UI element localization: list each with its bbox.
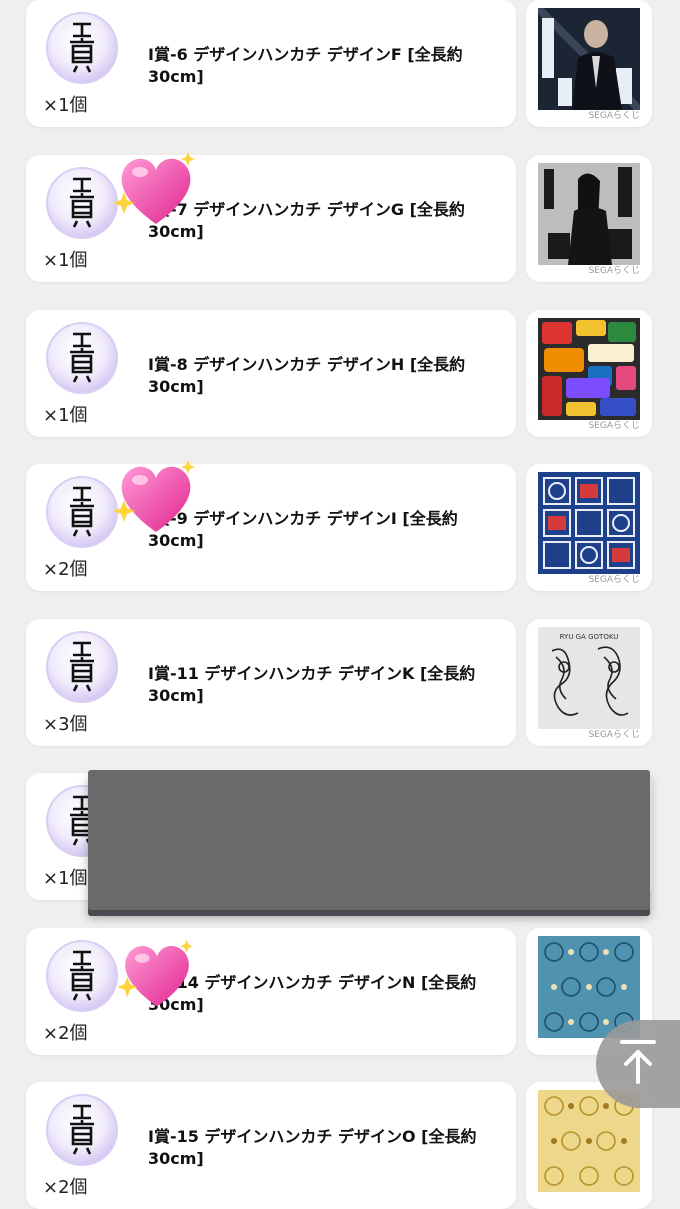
sparkling-heart-sticker-icon <box>113 460 195 532</box>
prize-quantity: ×2個 <box>43 559 88 580</box>
prize-thumbnail[interactable]: SEGAらくじ <box>526 155 652 282</box>
prize-title: I賞-9 デザインハンカチ デザインI [全長約30cm] <box>148 509 458 550</box>
prize-title: I賞-6 デザインハンカチ デザインF [全長約30cm] <box>148 45 463 86</box>
prize-item-card[interactable]: I賞-11 デザインハンカチ デザインK [全長約30cm] ×3個 <box>26 619 516 746</box>
prize-i-badge-icon <box>46 940 118 1012</box>
prize-title: I賞-14 デザインハンカチ デザインN [全長約30cm] <box>148 973 477 1014</box>
prize-item-card[interactable]: I賞-6 デザインハンカチ デザインF [全長約30cm] ×1個 <box>26 0 516 127</box>
thumbnail-watermark: SEGAらくじ <box>588 730 640 740</box>
prize-quantity: ×3個 <box>43 714 88 735</box>
prize-title: I賞-8 デザインハンカチ デザインH [全長約30cm] <box>148 355 466 396</box>
ryu-ga-gotoku-tattoo-image: RYU GA GOTOKU <box>538 627 640 729</box>
sticker-collage-image <box>538 318 640 420</box>
sparkling-heart-sticker-icon <box>117 939 194 1007</box>
prize-quantity: ×1個 <box>43 95 88 116</box>
prize-i-badge-icon <box>46 322 118 394</box>
prize-title: I賞-11 デザインハンカチ デザインK [全長約30cm] <box>148 664 476 705</box>
prize-thumbnail[interactable]: RYU GA GOTOKU SEGAらくじ <box>526 619 652 746</box>
arrow-up-to-line-icon <box>620 1040 656 1084</box>
prize-quantity: ×1個 <box>43 405 88 426</box>
prize-thumbnail[interactable]: SEGAらくじ <box>526 0 652 127</box>
prize-item-card[interactable]: I賞-7 デザインハンカチ デザインG [全長約30cm] ×1個 <box>26 155 516 282</box>
prize-item-card[interactable]: I賞-8 デザインハンカチ デザインH [全長約30cm] ×1個 <box>26 310 516 437</box>
prize-i-badge-icon <box>46 1094 118 1166</box>
sparkling-heart-sticker-icon <box>113 152 195 224</box>
prize-quantity: ×1個 <box>43 250 88 271</box>
thumbnail-watermark: SEGAらくじ <box>588 575 640 585</box>
prize-i-badge-icon <box>46 476 118 548</box>
blue-pattern-image <box>538 472 640 574</box>
prize-title: I賞-15 デザインハンカチ デザインO [全長約30cm] <box>148 1127 477 1168</box>
prize-quantity: ×1個 <box>43 868 88 889</box>
prize-item-card[interactable]: I賞-9 デザインハンカチ デザインI [全長約30cm] ×2個 <box>26 464 516 591</box>
prize-item-card[interactable]: I賞-14 デザインハンカチ デザインN [全長約30cm] ×2個 <box>26 928 516 1055</box>
redaction-overlay <box>88 770 650 910</box>
thumbnail-watermark: SEGAらくじ <box>588 421 640 431</box>
thumbnail-watermark: SEGAらくじ <box>588 111 640 121</box>
scroll-to-top-button[interactable] <box>596 1020 680 1108</box>
ryu-ga-gotoku-label: RYU GA GOTOKU <box>560 633 619 641</box>
prize-i-badge-icon <box>46 631 118 703</box>
kamiya-portrait-image <box>538 8 640 110</box>
prize-title: I賞-7 デザインハンカチ デザインG [全長約30cm] <box>148 200 465 241</box>
prize-item-card[interactable]: I賞-15 デザインハンカチ デザインO [全長約30cm] ×2個 <box>26 1082 516 1209</box>
thumbnail-watermark: SEGAらくじ <box>588 266 640 276</box>
prize-i-badge-icon <box>46 167 118 239</box>
prize-thumbnail[interactable]: SEGAらくじ <box>526 310 652 437</box>
yamai-portrait-image <box>538 163 640 265</box>
prize-quantity: ×2個 <box>43 1023 88 1044</box>
prize-thumbnail[interactable]: SEGAらくじ <box>526 464 652 591</box>
prize-i-badge-icon <box>46 12 118 84</box>
prize-quantity: ×2個 <box>43 1177 88 1198</box>
